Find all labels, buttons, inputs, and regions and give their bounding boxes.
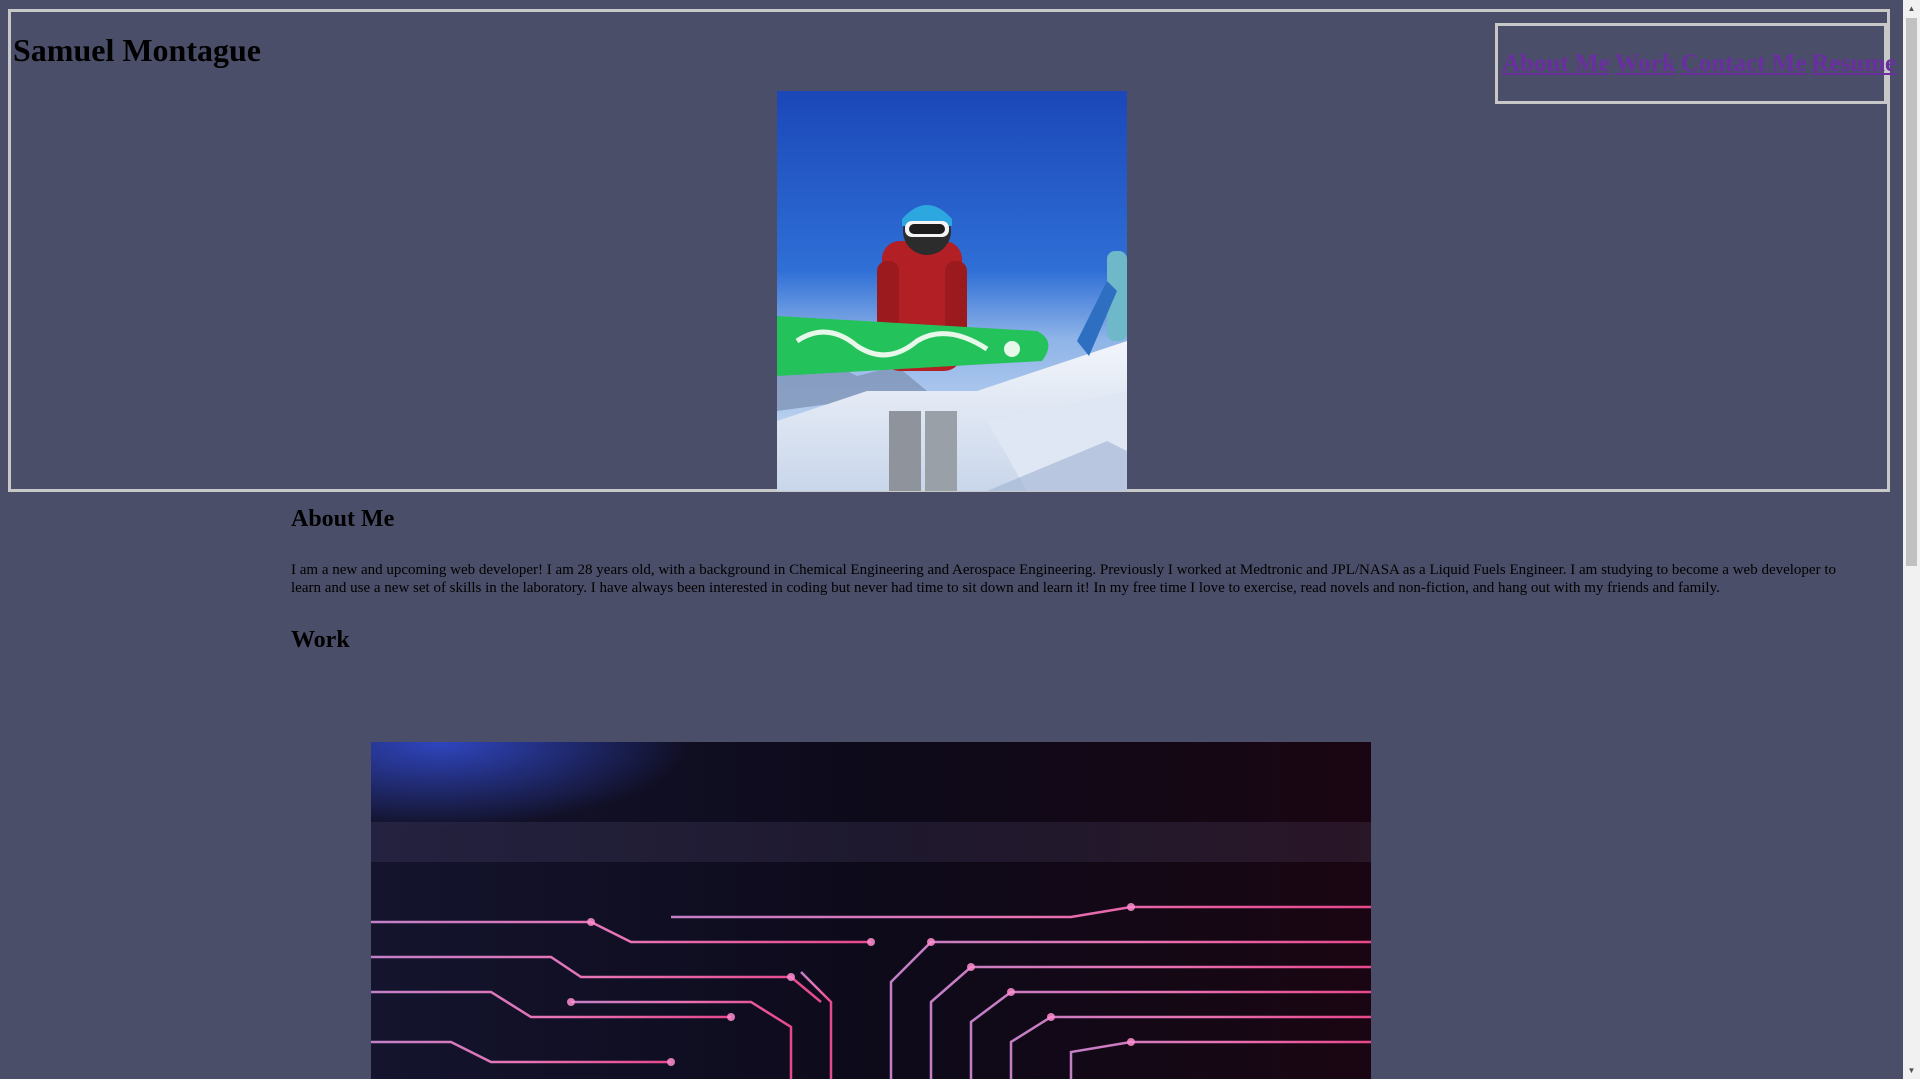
circuit-board-image (371, 742, 1371, 1079)
nav-link-about-me[interactable]: About Me (1502, 50, 1610, 78)
portfolio-page: Samuel Montague About Me Work Contact Me… (0, 0, 1920, 1079)
work-heading: Work (291, 627, 350, 653)
about-heading: About Me (291, 506, 395, 532)
about-text: I am a new and upcoming web developer! I… (291, 562, 1837, 596)
main-nav: About Me Work Contact Me Resume (1495, 23, 1896, 104)
scroll-down-arrow-icon[interactable]: ▼ (1903, 1062, 1920, 1079)
nav-link-resume[interactable]: Resume (1811, 50, 1896, 78)
nav-link-work[interactable]: Work (1615, 50, 1676, 78)
nav-link-contact-me[interactable]: Contact Me (1681, 50, 1807, 78)
scroll-up-arrow-icon[interactable]: ▲ (1903, 0, 1920, 17)
snowboarder-photo (777, 91, 1127, 491)
page-scrollbar[interactable]: ▲ ▼ (1903, 0, 1920, 1079)
scrollbar-thumb[interactable] (1906, 18, 1917, 566)
site-title: Samuel Montague (13, 32, 261, 68)
